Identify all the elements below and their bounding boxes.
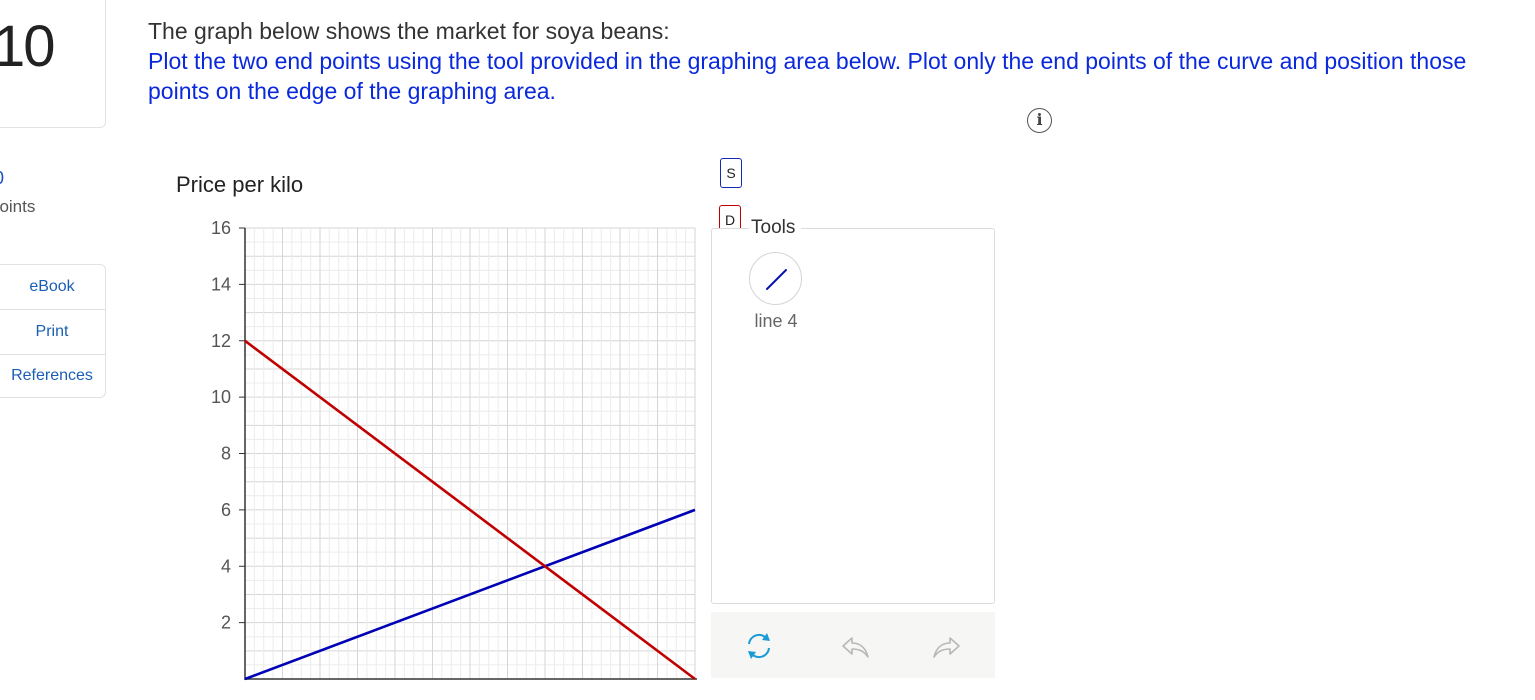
reset-button[interactable]: [743, 630, 775, 662]
redo-icon: [933, 637, 960, 658]
undo-icon: [842, 637, 869, 658]
y-ticks: 2 4 6 8 10 12 14 16: [211, 218, 245, 633]
reset-icon: [748, 633, 770, 659]
line-tool-icon: [766, 269, 787, 290]
supply-curve-label[interactable]: S: [720, 158, 742, 188]
undo-button[interactable]: [839, 630, 871, 662]
y-tick-label: 6: [221, 500, 231, 520]
y-tick-label: 4: [221, 556, 231, 576]
tools-footer: [711, 612, 995, 678]
y-tick-label: 2: [221, 613, 231, 633]
y-tick-label: 12: [211, 331, 231, 351]
line-tool-button[interactable]: [749, 252, 802, 305]
line-tool-label: line 4: [754, 311, 798, 331]
y-tick-label: 16: [211, 218, 231, 238]
tools-title: Tools: [749, 217, 802, 239]
redo-button[interactable]: [931, 630, 963, 662]
y-tick-label: 8: [221, 444, 231, 464]
grid: [245, 227, 696, 679]
y-tick-label: 10: [211, 387, 231, 407]
y-tick-label: 14: [211, 274, 231, 294]
